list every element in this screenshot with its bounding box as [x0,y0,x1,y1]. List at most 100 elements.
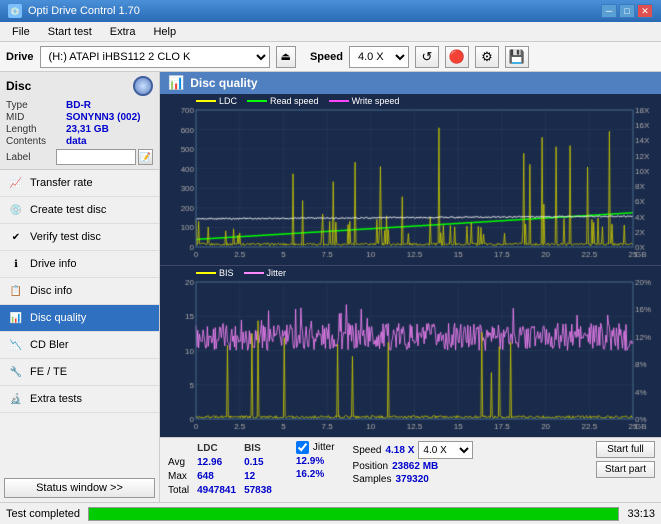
fe-te-label: FE / TE [30,366,67,378]
content-header-icon: 📊 [168,75,184,91]
speed-stat-select[interactable]: 4.0 X [418,441,473,459]
verify-test-disc-icon: ✔ [8,229,24,245]
sidebar-item-cd-bler[interactable]: 📉 CD Bler [0,332,159,359]
disc-type-key: Type [6,100,66,111]
position-label: Position [353,461,389,472]
sidebar-item-disc-quality[interactable]: 📊 Disc quality [0,305,159,332]
cd-bler-label: CD Bler [30,339,69,351]
speed-select[interactable]: 4.0 X [349,46,409,68]
sidebar-item-create-test-disc[interactable]: 💿 Create test disc [0,197,159,224]
extra-tests-label: Extra tests [30,393,82,405]
title-bar: 💿 Opti Drive Control 1.70 ─ □ ✕ [0,0,661,22]
disc-image [133,76,153,96]
sidebar-item-extra-tests[interactable]: 🔬 Extra tests [0,386,159,413]
drive-info-label: Drive info [30,258,76,270]
create-test-disc-icon: 💿 [8,202,24,218]
stats-max-label: Max [168,471,195,483]
content-area: 📊 Disc quality LDC Read speed [160,72,661,502]
status-text: Test completed [6,508,80,520]
disc-section-label: Disc [6,79,31,93]
disc-info-label: Disc info [30,285,72,297]
sidebar-item-transfer-rate[interactable]: 📈 Transfer rate [0,170,159,197]
bottom-chart-legend: BIS Jitter [196,268,286,278]
stats-avg-bis: 0.15 [244,457,278,469]
fe-te-icon: 🔧 [8,364,24,380]
jitter-checkbox[interactable] [296,441,309,454]
disc-label-button[interactable]: 📝 [138,149,153,165]
status-bar: Test completed 33:13 [0,502,661,524]
status-window-button[interactable]: Status window >> [4,478,155,498]
create-test-disc-label: Create test disc [30,204,106,216]
transfer-rate-icon: 📈 [8,175,24,191]
disc-mid-val: SONYNN3 (002) [66,112,140,123]
main-layout: Disc Type BD-R MID SONYNN3 (002) Length … [0,72,661,502]
eject-button[interactable]: ⏏ [276,46,296,68]
refresh-button[interactable]: ↺ [415,46,439,68]
top-chart-legend: LDC Read speed Write speed [196,96,399,106]
menu-file[interactable]: File [4,24,38,40]
progress-bar-fill [89,508,618,520]
legend-write-speed: Write speed [352,96,400,106]
sidebar-item-disc-info[interactable]: 📋 Disc info [0,278,159,305]
close-button[interactable]: ✕ [637,4,653,18]
nav-items: 📈 Transfer rate 💿 Create test disc ✔ Ver… [0,170,159,474]
disc-label-key: Label [6,152,56,163]
menu-extra[interactable]: Extra [102,24,144,40]
settings-button[interactable]: ⚙ [475,46,499,68]
maximize-button[interactable]: □ [619,4,635,18]
stats-total-ldc: 4947841 [197,485,242,497]
start-full-button[interactable]: Start full [596,441,655,458]
samples-label: Samples [353,474,392,485]
sidebar-item-verify-test-disc[interactable]: ✔ Verify test disc [0,224,159,251]
disc-label-input[interactable] [56,149,136,165]
disc-mid-key: MID [6,112,66,123]
disc-panel: Disc Type BD-R MID SONYNN3 (002) Length … [0,72,159,170]
burn-button[interactable]: 🔴 [445,46,469,68]
top-chart: LDC Read speed Write speed [160,94,661,266]
stats-ldc-header: LDC [197,443,242,455]
drive-info-icon: ℹ [8,256,24,272]
app-icon: 💿 [8,4,22,18]
minimize-button[interactable]: ─ [601,4,617,18]
menu-bar: File Start test Extra Help [0,22,661,42]
progress-bar [88,507,619,521]
menu-start-test[interactable]: Start test [40,24,100,40]
stats-max-ldc: 648 [197,471,242,483]
disc-info-icon: 📋 [8,283,24,299]
jitter-label: Jitter [313,442,335,453]
drive-label: Drive [6,51,34,63]
start-part-button[interactable]: Start part [596,461,655,478]
stats-total-label: Total [168,485,195,497]
bottom-chart: BIS Jitter [160,266,661,437]
sidebar-item-fe-te[interactable]: 🔧 FE / TE [0,359,159,386]
disc-length-key: Length [6,124,66,135]
stats-avg-label: Avg [168,457,195,469]
stats-bis-header: BIS [244,443,278,455]
extra-tests-icon: 🔬 [8,391,24,407]
stats-table: LDC BIS Avg 12.96 0.15 Max 648 12 Total … [166,441,280,499]
sidebar: Disc Type BD-R MID SONYNN3 (002) Length … [0,72,160,502]
legend-read-speed: Read speed [270,96,319,106]
stats-avg-ldc: 12.96 [197,457,242,469]
content-title: Disc quality [190,76,257,90]
stats-area: LDC BIS Avg 12.96 0.15 Max 648 12 Total … [160,437,661,502]
disc-quality-icon: 📊 [8,310,24,326]
jitter-check-area: Jitter [296,441,335,454]
save-button[interactable]: 💾 [505,46,529,68]
cd-bler-icon: 📉 [8,337,24,353]
disc-contents-key: Contents [6,136,66,147]
jitter-max-val: 16.2% [296,469,324,480]
legend-bis: BIS [219,268,234,278]
menu-help[interactable]: Help [145,24,184,40]
bottom-chart-canvas [160,266,661,437]
action-buttons: Start full Start part [596,441,655,478]
disc-quality-label: Disc quality [30,312,86,324]
stats-max-bis: 12 [244,471,278,483]
toolbar: Drive (H:) ATAPI iHBS112 2 CLO K ⏏ Speed… [0,42,661,72]
drive-select[interactable]: (H:) ATAPI iHBS112 2 CLO K [40,46,270,68]
samples-val: 379320 [395,474,428,485]
status-time: 33:13 [627,508,655,520]
speed-stat-val: 4.18 X [385,445,414,456]
sidebar-item-drive-info[interactable]: ℹ Drive info [0,251,159,278]
speed-label: Speed [310,51,343,63]
